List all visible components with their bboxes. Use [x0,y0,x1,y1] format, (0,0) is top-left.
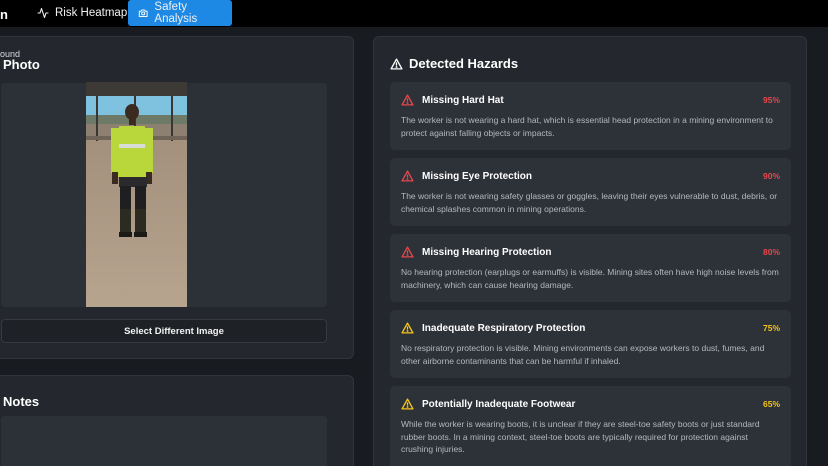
hazard-description: No respiratory protection is visible. Mi… [401,343,765,366]
hazard-confidence: 75% [762,323,780,333]
notes-panel-title: Notes [3,394,40,409]
warning-icon [401,398,414,410]
tab-safety-analysis[interactable]: Safety Analysis [128,0,232,26]
hazard-confidence: 90% [762,171,780,181]
hazard-title: Missing Hearing Protection [422,247,552,258]
hazard-card[interactable]: Potentially Inadequate Footwear 65% Whil… [390,386,791,466]
tab-label: Safety Analysis [154,1,198,25]
notes-textarea[interactable] [1,416,327,466]
tab-risk-heatmap[interactable]: Risk Heatmap [27,0,137,26]
warning-icon [401,94,414,106]
hazard-title: Inadequate Respiratory Protection [422,323,586,334]
notes-panel: Notes [0,375,354,466]
hazard-description: While the worker is wearing boots, it is… [401,419,760,454]
photo-panel-title: Photo [3,57,40,72]
panel-title: Photo [3,57,40,72]
top-nav: n Risk Heatmap Safety Analysis [0,0,828,27]
camera-icon [138,9,148,17]
hazard-card[interactable]: Missing Hard Hat 95% The worker is not w… [390,82,791,150]
notes-text: ound [0,49,21,59]
worker-photo [86,82,187,307]
hazard-card[interactable]: Missing Hearing Protection 80% No hearin… [390,234,791,302]
activity-icon [37,7,49,19]
warning-icon [401,322,414,334]
hazard-title: Missing Hard Hat [422,95,504,106]
hazard-confidence: 65% [762,399,780,409]
hazard-description: The worker is not wearing a hard hat, wh… [401,115,773,138]
hazard-title: Potentially Inadequate Footwear [422,399,576,410]
warning-icon [401,170,414,182]
hazard-card[interactable]: Missing Eye Protection 90% The worker is… [390,158,791,226]
hazard-card[interactable]: Inadequate Respiratory Protection 75% No… [390,310,791,378]
hazard-confidence: 80% [762,247,780,257]
warning-icon [401,246,414,258]
hazard-description: No hearing protection (earplugs or earmu… [401,267,779,290]
hazard-confidence: 95% [762,95,780,105]
panel-title: Detected Hazards [390,56,518,71]
select-image-button[interactable]: Select Different Image [1,319,327,343]
app-brand: n [0,7,8,22]
hazard-description: The worker is not wearing safety glasses… [401,191,778,214]
hazards-panel-title: Detected Hazards [409,56,519,71]
hazards-panel: Detected Hazards Missing Hard Hat 95% Th… [373,36,807,466]
warning-icon [390,57,403,70]
hazard-title: Missing Eye Protection [422,171,533,182]
tab-label: Risk Heatmap [55,7,128,19]
panel-title: Notes [3,394,39,409]
